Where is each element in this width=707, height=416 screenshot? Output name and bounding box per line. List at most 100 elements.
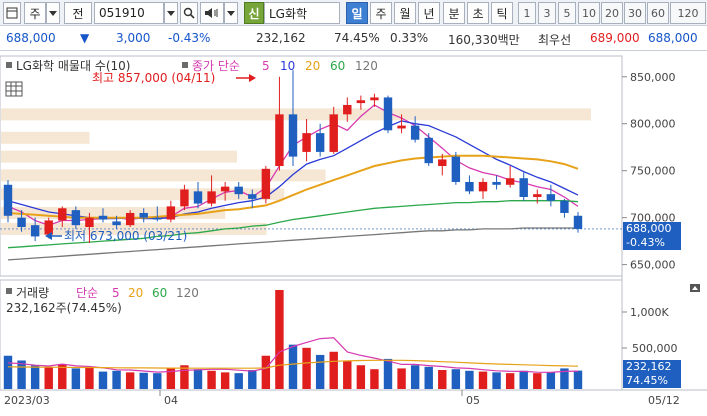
candle-body — [125, 212, 135, 226]
volume-bar — [207, 370, 216, 389]
volume-ma-label: 단순 — [76, 286, 98, 300]
candle-body — [465, 181, 474, 192]
volume-bar — [343, 360, 352, 389]
volume-bar — [288, 344, 298, 389]
candle-body — [139, 212, 148, 218]
price-tick: 850,000 — [630, 71, 676, 84]
volume-bar — [302, 347, 311, 389]
candle-body — [17, 217, 26, 228]
volume-bar — [234, 373, 243, 389]
price-tick: 750,000 — [630, 165, 676, 178]
chart-canvas[interactable]: 850,000 800,000 750,000 700,000 650,000 … — [0, 0, 707, 416]
volume-tick: 1,000K — [630, 306, 669, 319]
candle-body — [573, 215, 583, 229]
volume-bar — [248, 369, 257, 389]
candle-body — [220, 186, 230, 192]
volume-bar — [71, 368, 81, 389]
candle-body — [560, 200, 569, 213]
volume-ma-120: 120 — [176, 286, 199, 300]
volume-bar — [220, 372, 230, 389]
volume-bar — [17, 360, 26, 389]
volume-bar — [329, 351, 338, 389]
volume-bar — [478, 371, 488, 389]
candle-body — [438, 159, 447, 166]
candle-body — [30, 225, 40, 237]
volume-bar — [356, 365, 366, 389]
candle-body — [424, 137, 433, 164]
candle-body — [180, 189, 189, 207]
candle-body — [3, 184, 13, 216]
candle-body — [451, 156, 461, 182]
candle-body — [153, 217, 162, 220]
volume-bar — [383, 358, 393, 389]
volume-bar — [125, 372, 135, 389]
current-volume-pct-badge: 74.45% — [623, 374, 681, 388]
price-tick: 650,000 — [630, 259, 676, 272]
volume-bar — [410, 365, 420, 389]
volume-ma-20: 20 — [128, 286, 143, 300]
candle-body — [505, 178, 515, 185]
candle-body — [383, 97, 393, 131]
date-label-current: 05/12 — [648, 394, 680, 407]
candle-body — [207, 191, 216, 204]
candle-body — [546, 194, 556, 201]
current-price-badge: 688,000 — [623, 221, 681, 236]
volume-bar — [546, 372, 556, 389]
candle-body — [343, 104, 352, 115]
chart-window: 주 전 051910 신 LG화학 일 주 월 년 분 초 틱 1 3 5 10… — [0, 0, 707, 416]
candle-body — [166, 206, 176, 220]
candle-body — [519, 178, 528, 197]
volume-bar — [465, 370, 474, 389]
candle-body — [329, 114, 338, 152]
candle-body — [288, 114, 298, 157]
volume-bar — [153, 373, 162, 389]
volume-tick: 500,000 — [632, 342, 678, 355]
candle-body — [315, 133, 325, 152]
candle-body — [58, 208, 67, 221]
candle-body — [275, 114, 284, 166]
volume-bar — [275, 290, 284, 389]
candle-body — [234, 186, 243, 195]
candle-body — [248, 194, 257, 199]
volume-bar — [505, 373, 515, 389]
price-tick: 800,000 — [630, 118, 676, 131]
volume-bar — [180, 365, 189, 389]
volume-bar — [424, 366, 433, 389]
candle-body — [533, 194, 542, 197]
candle-body — [478, 181, 488, 192]
volume-bar — [492, 372, 501, 389]
candle-body — [302, 133, 311, 152]
current-change-badge: -0.43% — [623, 235, 681, 250]
volume-bar — [438, 369, 447, 389]
candle-body — [71, 210, 81, 226]
grid-toggle-icon[interactable] — [5, 81, 23, 97]
volume-bar — [261, 355, 271, 389]
volume-bar — [3, 355, 13, 389]
volume-profile-bar — [1, 150, 237, 163]
current-volume-badge: 232,162 — [623, 360, 681, 374]
candle-body — [370, 97, 379, 101]
volume-axis: 1,000K 500,000 — [622, 306, 678, 355]
volume-summary: 232,162주(74.45%) — [6, 301, 122, 315]
candle-body — [397, 125, 406, 129]
volume-bar — [58, 364, 67, 389]
low-price-note: 최저 673,000 (03/21) — [64, 229, 187, 243]
date-label-may: 05 — [466, 394, 480, 407]
volume-bar — [85, 367, 94, 389]
volume-bar — [98, 371, 108, 389]
volume-bar — [112, 370, 121, 389]
volume-bar — [397, 368, 406, 389]
volume-ma-5: 5 — [112, 286, 120, 300]
ma-legend-120: 120 — [355, 59, 378, 73]
volume-bar — [193, 369, 203, 389]
volume-bar — [533, 373, 542, 389]
volume-pane-title: 거래량 — [16, 286, 49, 300]
ma-legend-10: 10 — [280, 59, 295, 73]
volume-bar — [573, 370, 583, 389]
ma-legend-20: 20 — [305, 59, 320, 73]
volume-pane-menu-icon[interactable] — [690, 284, 700, 292]
candle-body — [356, 100, 366, 104]
volume-ma-60: 60 — [152, 286, 167, 300]
volume-bar — [44, 366, 53, 389]
candle-body — [261, 168, 271, 199]
